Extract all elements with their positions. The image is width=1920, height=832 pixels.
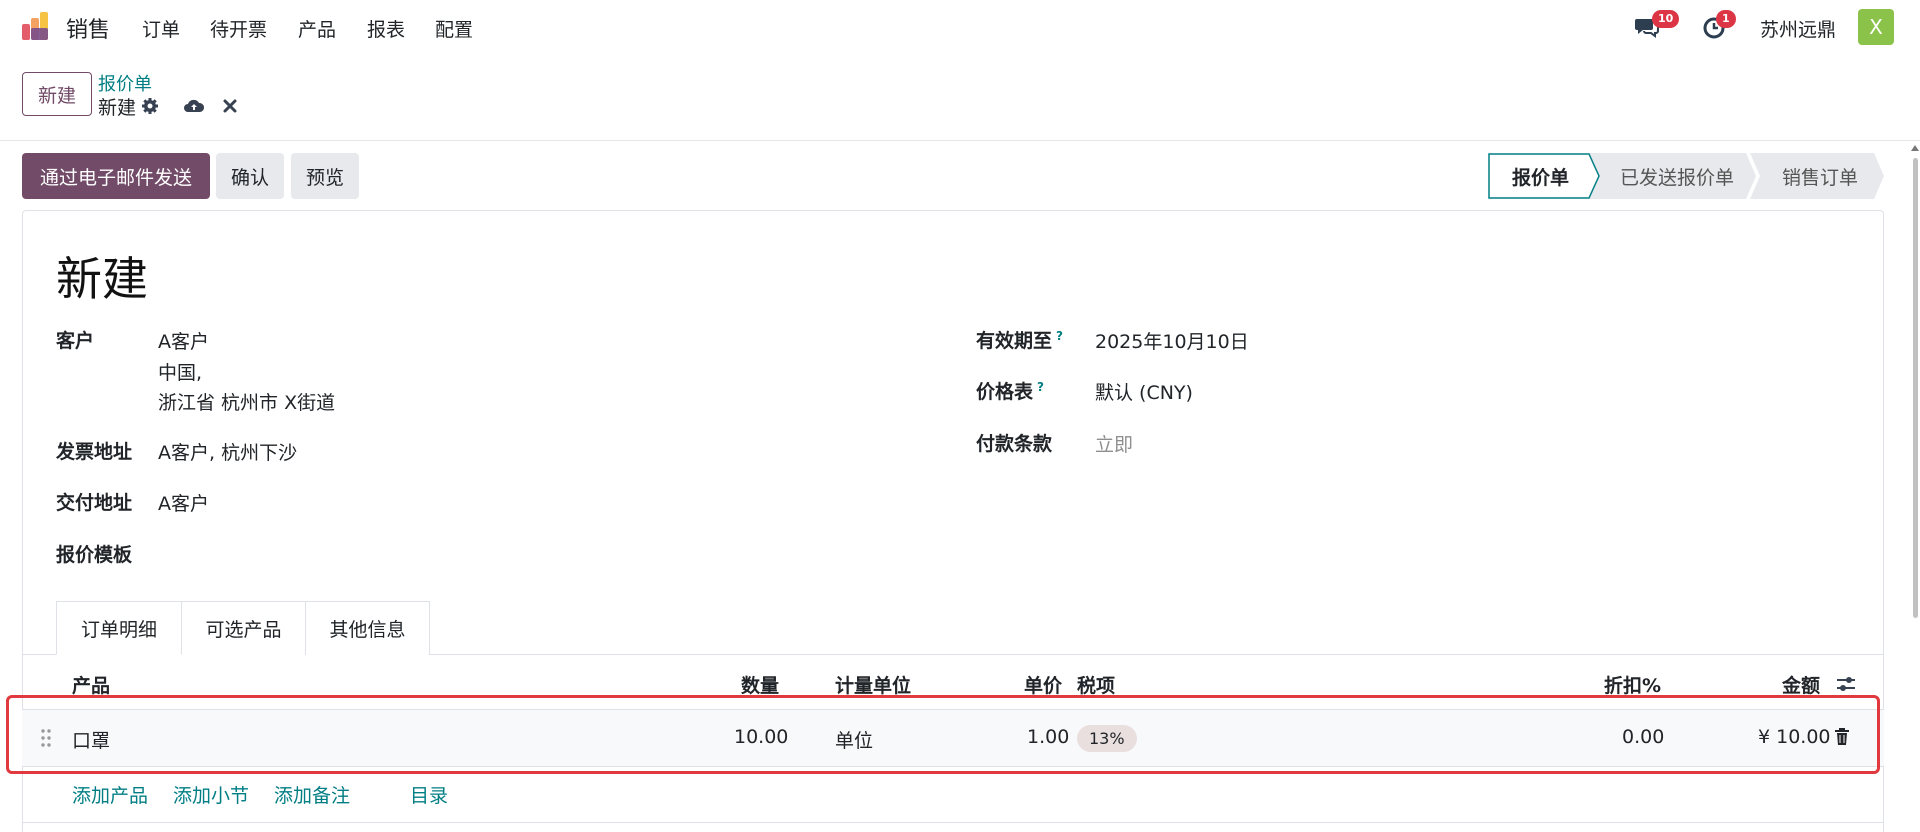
col-discount[interactable]: 折扣%: [1604, 671, 1661, 698]
close-icon[interactable]: [221, 97, 239, 115]
cloud-upload-icon[interactable]: [183, 96, 205, 116]
help-icon[interactable]: ?: [1037, 380, 1044, 394]
pricelist-label: 价格表?: [976, 377, 1044, 404]
pricelist-label-text: 价格表: [976, 381, 1034, 403]
invoice-address-field[interactable]: A客户, 杭州下沙: [158, 438, 297, 465]
menu-configuration[interactable]: 配置: [435, 15, 473, 42]
col-uom[interactable]: 计量单位: [835, 671, 911, 698]
status-sales-order[interactable]: 销售订单: [1764, 153, 1876, 199]
activities-badge: 1: [1716, 10, 1736, 28]
status-quotation-sent[interactable]: 已发送报价单: [1603, 153, 1751, 199]
app-name[interactable]: 销售: [66, 12, 110, 44]
quote-template-field[interactable]: [158, 540, 558, 566]
company-switcher[interactable]: 苏州远鼎: [1760, 15, 1836, 42]
scroll-up-arrow-icon[interactable]: [1911, 145, 1919, 151]
customer-name[interactable]: A客户: [158, 327, 209, 354]
status-quotation[interactable]: 报价单: [1488, 153, 1593, 199]
delivery-address-label: 交付地址: [56, 492, 133, 514]
payment-terms-label: 付款条款: [976, 433, 1053, 455]
expiration-label: 有效期至?: [976, 326, 1063, 353]
help-icon[interactable]: ?: [1056, 329, 1063, 343]
expiration-label-text: 有效期至: [976, 330, 1053, 352]
send-by-email-button[interactable]: 通过电子邮件发送: [22, 153, 210, 199]
menu-orders[interactable]: 订单: [142, 15, 180, 42]
expiration-date-field[interactable]: 2025年10月10日: [1095, 327, 1249, 354]
tab-order-lines[interactable]: 订单明细: [56, 601, 182, 655]
payment-terms-field[interactable]: 立即: [1095, 430, 1133, 457]
col-product[interactable]: 产品: [72, 671, 110, 698]
add-section-link[interactable]: 添加小节: [173, 781, 249, 808]
messages-badge: 10: [1652, 10, 1680, 28]
user-avatar[interactable]: X: [1858, 9, 1894, 45]
sales-app-icon[interactable]: [20, 10, 52, 42]
preview-button[interactable]: 预览: [291, 153, 359, 199]
confirm-button[interactable]: 确认: [216, 153, 284, 199]
col-unit-price[interactable]: 单价: [1024, 671, 1062, 698]
statusbar: 报价单 已发送报价单 销售订单: [1488, 153, 1884, 199]
scrollbar-thumb[interactable]: [1913, 158, 1918, 618]
delivery-address-field[interactable]: A客户: [158, 489, 209, 516]
col-taxes[interactable]: 税项: [1077, 671, 1115, 698]
new-button[interactable]: 新建: [22, 72, 92, 116]
add-product-link[interactable]: 添加产品: [72, 781, 148, 808]
tab-other-info[interactable]: 其他信息: [305, 601, 430, 655]
catalog-link[interactable]: 目录: [410, 781, 448, 808]
quote-template-label: 报价模板: [56, 544, 133, 566]
record-title[interactable]: 新建: [56, 243, 148, 309]
menu-products[interactable]: 产品: [298, 15, 336, 42]
table-bottom-divider: [22, 822, 1884, 823]
top-navbar: 销售 订单 待开票 产品 报表 配置 10 1 苏州远鼎 X: [0, 0, 1920, 54]
add-note-link[interactable]: 添加备注: [274, 781, 350, 808]
col-quantity[interactable]: 数量: [741, 671, 779, 698]
highlight-box: [6, 695, 1880, 774]
col-amount[interactable]: 金额: [1782, 671, 1820, 698]
optional-columns-icon[interactable]: [1835, 674, 1857, 694]
breadcrumb-current: 新建: [98, 97, 137, 119]
invoice-address-label: 发票地址: [56, 441, 133, 463]
customer-label: 客户: [56, 330, 95, 352]
gear-icon[interactable]: [141, 97, 159, 115]
pricelist-field[interactable]: 默认 (CNY): [1095, 378, 1193, 405]
tab-optional-products[interactable]: 可选产品: [182, 601, 306, 655]
menu-to-invoice[interactable]: 待开票: [210, 15, 267, 42]
menu-reporting[interactable]: 报表: [367, 15, 405, 42]
customer-address: 浙江省 杭州市 X街道: [158, 392, 336, 414]
header-divider: [0, 140, 1920, 141]
customer-country: 中国,: [158, 362, 203, 384]
